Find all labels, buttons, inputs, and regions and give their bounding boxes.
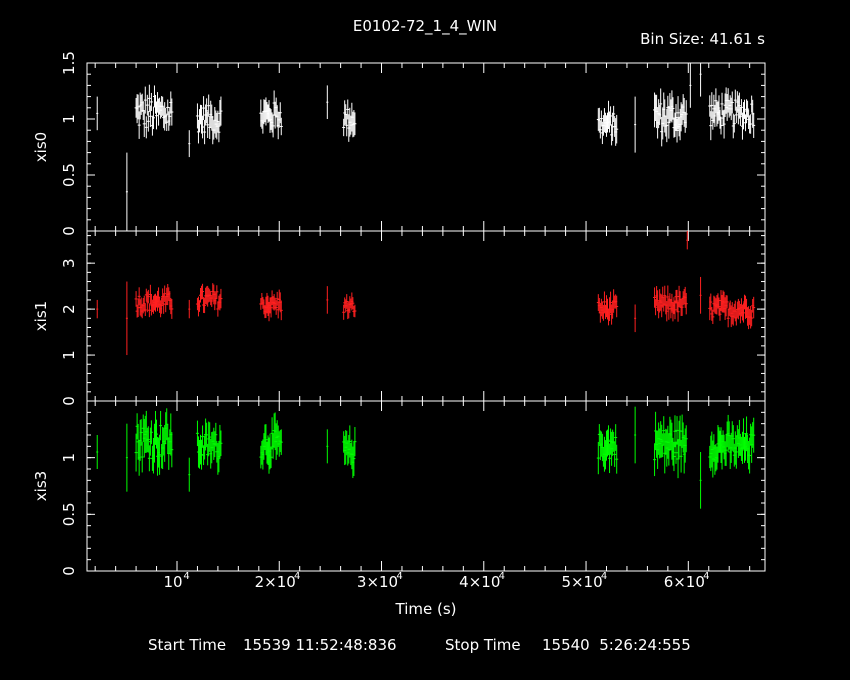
ytick-label-xis1: 2: [60, 304, 78, 314]
xtick-label-exponent: 4: [499, 571, 505, 582]
light-curve-plot: 00.511.5xis00123xis100.51xis310 4 2×104 3×1…: [32, 51, 766, 618]
xtick-label: 2×10: [255, 573, 296, 591]
xtick-label: 4×10: [459, 573, 500, 591]
ytick-label-xis0: 0.5: [60, 163, 78, 187]
ytick-label-xis0: 0: [60, 226, 78, 236]
start-time-label: Start Time: [148, 636, 227, 654]
ytick-label-xis3: 1: [60, 453, 78, 463]
xtick-label-exponent: 4: [703, 571, 709, 582]
ylabel-xis0: xis0: [32, 132, 50, 162]
stop-time-label: Stop Time: [445, 636, 521, 654]
xtick-label-exponent: 4: [294, 571, 300, 582]
xtick-label: 3×10: [357, 573, 398, 591]
ylabel-xis1: xis1: [32, 301, 50, 331]
xtick-label-exponent: 4: [183, 571, 189, 582]
ytick-label-xis3: 0.5: [60, 502, 78, 526]
xtick-label: 5×10: [561, 573, 602, 591]
panel-frame-xis1: [86, 230, 766, 402]
start-time-value: 15539 11:52:48:836: [243, 636, 397, 654]
xtick-label-exponent: 4: [601, 571, 607, 582]
panel-frame-xis0: [86, 62, 766, 232]
xtick-label: 10: [163, 573, 182, 591]
ylabel-xis3: xis3: [32, 471, 50, 501]
ytick-label-xis1: 1: [60, 350, 78, 360]
ytick-label-xis0: 1: [60, 114, 78, 124]
ytick-label-xis1: 0: [60, 396, 78, 406]
ytick-label-xis0: 1.5: [60, 51, 78, 75]
xlabel: Time (s): [395, 600, 457, 618]
xtick-label: 6×10: [664, 573, 705, 591]
stop-time-value: 15540 5:26:24:555: [542, 636, 691, 654]
xtick-label-exponent: 4: [396, 571, 402, 582]
ytick-label-xis1: 3: [60, 258, 78, 268]
ytick-label-xis3: 0: [60, 566, 78, 576]
